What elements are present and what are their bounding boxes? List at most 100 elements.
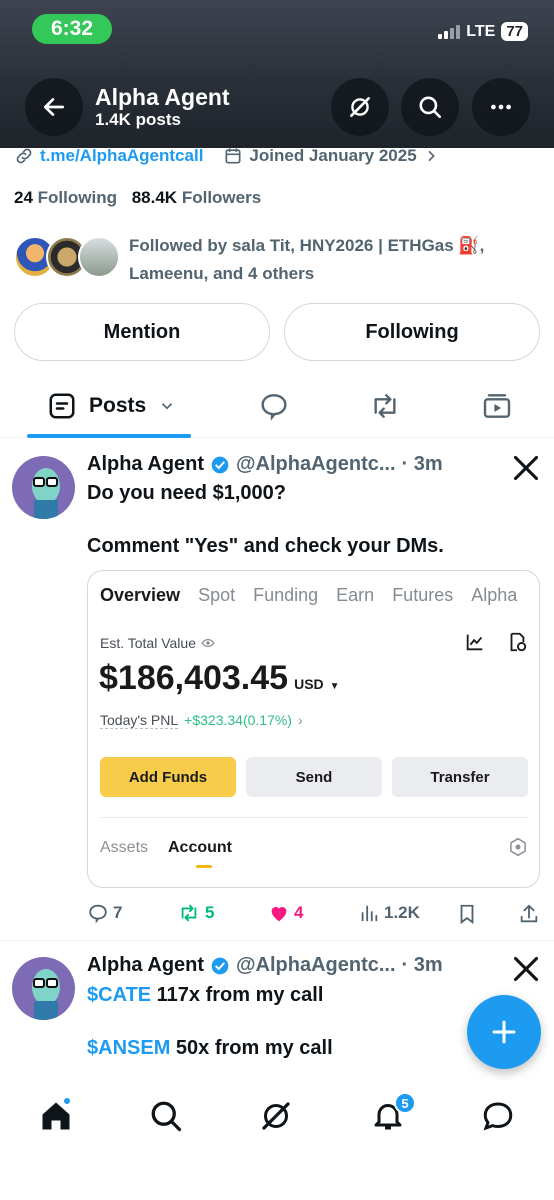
add-funds-button: Add Funds <box>100 757 236 797</box>
home-dot <box>62 1096 72 1106</box>
search-icon <box>419 96 442 119</box>
reply-count: 7 <box>113 903 123 922</box>
reply-action[interactable]: 7 <box>87 902 122 924</box>
status-indicators: LTE 77 <box>438 22 528 41</box>
followed-by-text[interactable]: Followed by sala Tit, HNY2026 | ETHGas ⛽… <box>129 232 539 288</box>
x-logo-icon <box>512 454 540 487</box>
notification-badge: 5 <box>394 1092 416 1114</box>
transfer-button: Transfer <box>392 757 528 797</box>
search-button[interactable] <box>401 78 459 136</box>
calendar-icon <box>225 148 241 164</box>
grok-icon <box>262 1102 290 1130</box>
tab-posts-label: Posts <box>89 394 147 417</box>
pnl-value: +$323.34(0.17%) <box>184 712 292 728</box>
tab-replies[interactable] <box>258 390 290 427</box>
card-tab-funding: Funding <box>253 585 319 605</box>
post-text-line1: $CATE 117x from my call <box>87 984 324 1006</box>
cashtag-link[interactable]: $ANSEM <box>87 1037 170 1059</box>
post-author-avatar[interactable] <box>12 957 75 1020</box>
cashtag-link[interactable]: $CATE <box>87 984 151 1006</box>
like-action[interactable]: 4 <box>268 902 303 924</box>
mention-button[interactable]: Mention <box>14 303 270 361</box>
est-total-label: Est. Total Value <box>100 635 215 651</box>
eye-icon <box>201 638 215 648</box>
caret-down-icon: ▼ <box>329 681 340 692</box>
pnl-label: Today's PNL <box>100 712 179 729</box>
post-text-line2: $ANSEM 50x from my call <box>87 1037 333 1059</box>
card-tab-assets: Assets <box>100 839 149 856</box>
views-action[interactable]: 1.2K <box>358 902 420 924</box>
following-stat[interactable]: 24 Following <box>14 188 117 207</box>
card-tab-account: Account <box>168 839 232 856</box>
nav-home[interactable] <box>38 1096 74 1139</box>
back-button[interactable] <box>25 78 83 136</box>
post-header: Alpha Agent @AlphaAgentc... · 3m <box>87 453 443 476</box>
nav-messages[interactable] <box>480 1098 516 1139</box>
header-title: Alpha Agent <box>95 84 230 110</box>
search-icon <box>151 1101 182 1132</box>
tab-media[interactable] <box>481 390 513 427</box>
x-logo-icon <box>512 955 540 988</box>
tab-reposts[interactable] <box>368 390 402 427</box>
more-button[interactable] <box>472 78 530 136</box>
reply-icon <box>261 394 287 421</box>
post-divider <box>0 940 554 941</box>
repost-action[interactable]: 5 <box>177 902 214 924</box>
currency-label: USD <box>294 676 324 692</box>
network-label: LTE <box>466 22 496 40</box>
following-button[interactable]: Following <box>284 303 540 361</box>
heart-icon <box>271 907 287 922</box>
like-count: 4 <box>294 903 304 922</box>
total-value: $186,403.45 USD ▼ <box>99 659 340 698</box>
post-time: · 3m <box>401 453 443 475</box>
nav-notifications[interactable]: 5 <box>370 1092 416 1139</box>
posts-icon <box>49 393 75 419</box>
joined-date: Joined January 2025 <box>249 146 417 165</box>
bookmark-icon[interactable] <box>456 903 478 925</box>
card-tab-futures: Futures <box>392 585 454 605</box>
verified-badge-icon <box>211 957 229 974</box>
chat-icon <box>483 1102 513 1131</box>
link-icon <box>16 148 32 164</box>
card-tab-overview: Overview <box>100 585 181 605</box>
back-arrow-icon <box>43 98 65 116</box>
avatar <box>78 236 120 278</box>
profile-link[interactable]: t.me/AlphaAgentcall <box>40 146 203 166</box>
chevron-right-icon[interactable] <box>423 148 439 164</box>
status-time: 6:32 <box>32 14 112 44</box>
nav-grok[interactable] <box>258 1098 294 1139</box>
post-author-handle[interactable]: @AlphaAgentc... <box>236 453 396 476</box>
post-author-name[interactable]: Alpha Agent <box>87 453 204 476</box>
signal-icon <box>438 24 461 39</box>
account-tab-indicator <box>196 865 212 868</box>
post-author-name[interactable]: Alpha Agent <box>87 954 204 977</box>
post-header: Alpha Agent @AlphaAgentc... · 3m <box>87 954 443 977</box>
tab-posts[interactable]: Posts <box>47 391 176 421</box>
grok-button[interactable] <box>331 78 389 136</box>
battery-icon: 77 <box>501 22 528 41</box>
verified-badge-icon <box>211 456 229 473</box>
reply-icon <box>89 904 107 924</box>
followers-stat[interactable]: 88.4K Followers <box>132 188 261 207</box>
post-author-avatar[interactable] <box>12 456 75 519</box>
post-author-handle[interactable]: @AlphaAgentc... <box>236 954 396 977</box>
post-text-line2: Comment "Yes" and check your DMs. <box>87 535 444 557</box>
follow-stats: 24 Following 88.4K Followers <box>14 188 261 208</box>
card-tab-alpha: Alpha <box>471 585 518 605</box>
nav-search[interactable] <box>148 1098 184 1139</box>
post-image-card[interactable]: Overview Spot Funding Earn Futures Alpha… <box>87 570 540 888</box>
share-icon[interactable] <box>518 903 540 925</box>
plus-icon <box>492 1020 516 1044</box>
card-tab-spot: Spot <box>198 585 236 605</box>
send-button: Send <box>246 757 382 797</box>
repost-count: 5 <box>205 903 215 922</box>
views-chart-icon <box>361 905 378 922</box>
video-icon <box>483 394 511 418</box>
followed-by-avatars[interactable] <box>14 236 124 280</box>
post-time: · 3m <box>401 954 443 976</box>
chevron-right-icon: › <box>297 712 303 728</box>
header-post-count: 1.4K posts <box>95 110 181 129</box>
card-tab-earn: Earn <box>336 585 375 605</box>
compose-button[interactable] <box>467 995 541 1069</box>
settings-hex-icon <box>510 837 526 857</box>
